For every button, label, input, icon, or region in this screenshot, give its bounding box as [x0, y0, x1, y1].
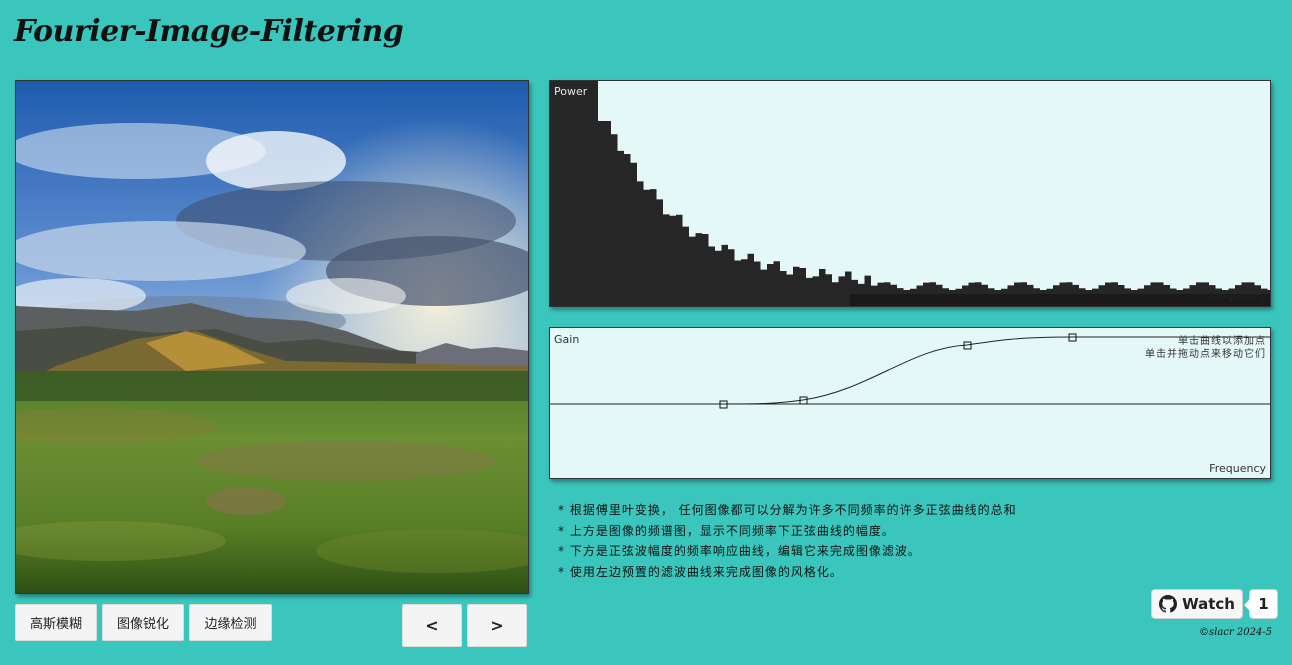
next-image-button[interactable]: > — [467, 604, 527, 647]
note-line: * 下方是正弦波幅度的频率响应曲线，编辑它来完成图像滤波。 — [558, 544, 921, 558]
image-canvas[interactable] — [15, 80, 529, 594]
gain-hint-drag: 单击并拖动点来移动它们 — [1145, 349, 1266, 360]
spectrum-panel: Power Frequency — [549, 80, 1271, 307]
credit: ©slacr 2024-5 — [1199, 627, 1273, 638]
preset-edge-detect-button[interactable]: 边缘检测 — [189, 604, 272, 641]
note-line: * 上方是图像的频谱图，显示不同频率下正弦曲线的幅度。 — [558, 523, 895, 538]
power-spectrum-plot — [550, 81, 1270, 306]
gain-panel[interactable]: Gain 单击曲线以添加点 单击并拖动点来移动它们 Frequency — [549, 327, 1271, 479]
github-watch-label: Watch — [1182, 595, 1235, 613]
spectrum-x-label: Frequency — [1209, 290, 1266, 303]
note-line: * 根据傅里叶变换， 任何图像都可以分解为许多不同频率的许多正弦曲线的总和 — [558, 503, 1017, 517]
spectrum-bars — [550, 81, 1270, 306]
spectrum-y-label: Power — [554, 85, 588, 98]
prev-image-button[interactable]: < — [402, 604, 462, 647]
spectrum-floor — [850, 294, 1270, 306]
gain-y-label: Gain — [554, 333, 580, 346]
github-watch-count[interactable]: 1 — [1244, 589, 1278, 619]
github-icon — [1159, 595, 1178, 613]
gain-x-label: Frequency — [1209, 462, 1266, 475]
landscape-image — [16, 81, 528, 593]
preset-gaussian-blur-button[interactable]: 高斯模糊 — [15, 604, 97, 641]
preset-sharpen-button[interactable]: 图像锐化 — [102, 604, 184, 641]
instructions: * 根据傅里叶变换， 任何图像都可以分解为许多不同频率的许多正弦曲线的总和 * … — [558, 500, 1017, 582]
page-title: Fourier-Image-Filtering — [14, 14, 404, 49]
github-watch-button[interactable]: Watch — [1151, 589, 1243, 619]
note-line: * 使用左边预置的滤波曲线来完成图像的风格化。 — [558, 564, 843, 579]
